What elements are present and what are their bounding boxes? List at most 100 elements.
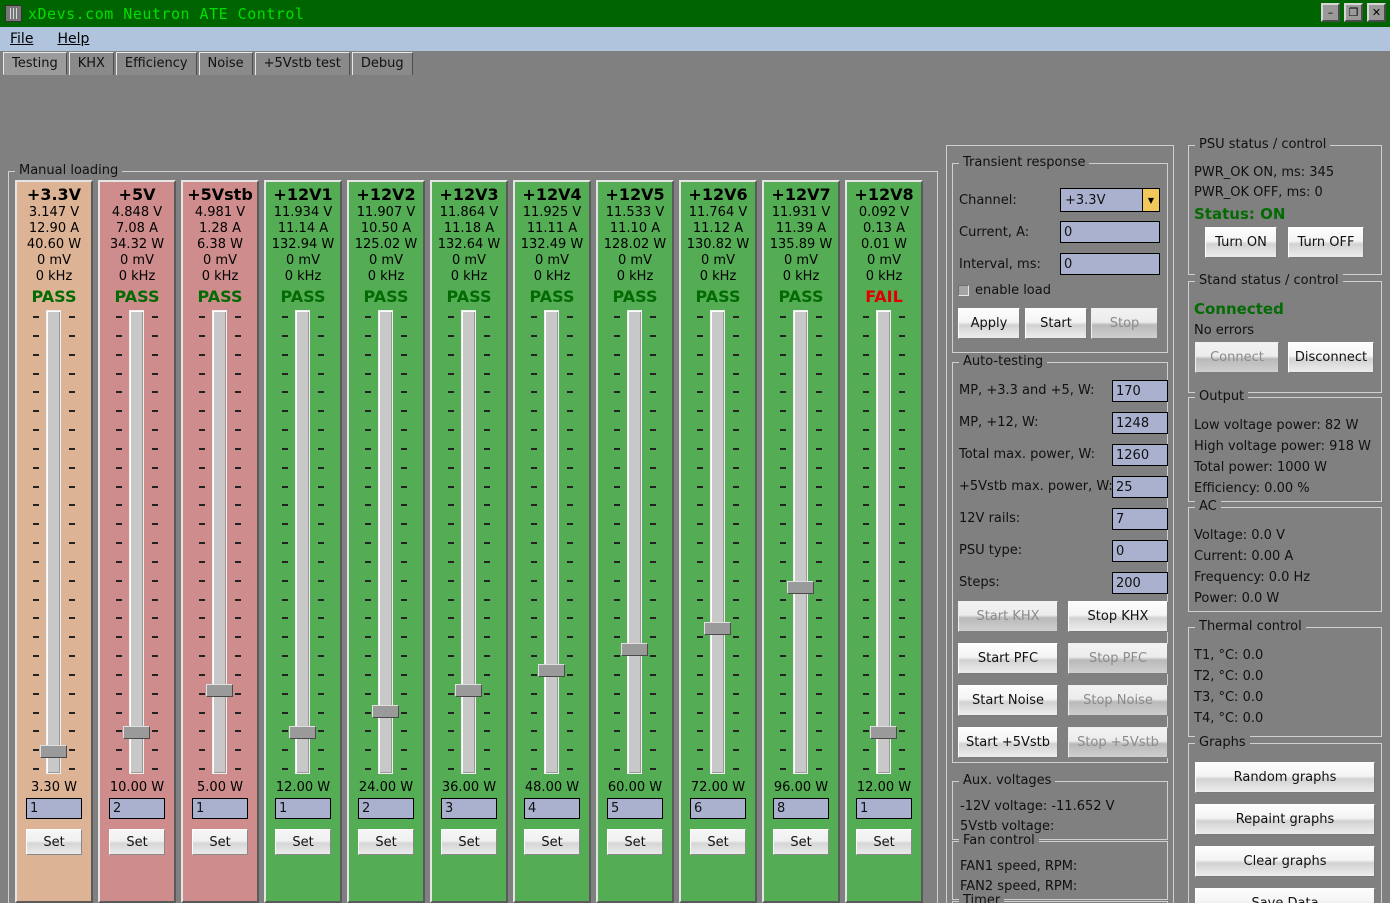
- channel-load-input[interactable]: 2: [358, 798, 414, 819]
- channel-set-button[interactable]: Set: [690, 829, 746, 855]
- turn-off-button[interactable]: Turn OFF: [1288, 227, 1364, 258]
- graph-action-button[interactable]: Save Data: [1195, 888, 1375, 903]
- channel-ripple: 0 mV: [535, 253, 569, 268]
- channel-set-button[interactable]: Set: [856, 829, 912, 855]
- channel-load-input[interactable]: 8: [773, 798, 829, 819]
- auto-testing-action-button[interactable]: Start PFC: [958, 643, 1058, 674]
- channel-load-input[interactable]: 5: [607, 798, 663, 819]
- channel-load-slider[interactable]: [114, 310, 160, 774]
- slider-handle[interactable]: [123, 726, 150, 739]
- output-line: High voltage power: 918 W: [1194, 439, 1371, 454]
- slider-handle[interactable]: [289, 726, 316, 739]
- tab-efficiency[interactable]: Efficiency: [115, 52, 197, 75]
- channel-load-input[interactable]: 1: [275, 798, 331, 819]
- channel-ripple: 0 mV: [37, 253, 71, 268]
- menu-item-help[interactable]: Help: [57, 31, 89, 47]
- auto-testing-row-input[interactable]: 25: [1112, 476, 1168, 498]
- thermal-title: Thermal control: [1195, 619, 1306, 634]
- auto-testing-action-button[interactable]: Stop +5Vstb: [1068, 727, 1168, 758]
- graph-action-button[interactable]: Repaint graphs: [1195, 804, 1375, 835]
- channel-set-button[interactable]: Set: [109, 829, 165, 855]
- auto-testing-action-button[interactable]: Start KHX: [958, 601, 1058, 632]
- minimize-icon[interactable]: –: [1321, 3, 1340, 22]
- channel-set-button[interactable]: Set: [358, 829, 414, 855]
- channel-set-button[interactable]: Set: [773, 829, 829, 855]
- disconnect-button[interactable]: Disconnect: [1288, 342, 1374, 373]
- auto-testing-row-input[interactable]: 7: [1112, 508, 1168, 530]
- auto-testing-row-input[interactable]: 1260: [1112, 444, 1168, 466]
- channel-set-button[interactable]: Set: [524, 829, 580, 855]
- graph-action-button[interactable]: Random graphs: [1195, 762, 1375, 793]
- channel-load-slider[interactable]: [695, 310, 741, 774]
- channel-load-slider[interactable]: [529, 310, 575, 774]
- channel-load-input[interactable]: 4: [524, 798, 580, 819]
- channel-load-slider[interactable]: [446, 310, 492, 774]
- close-icon[interactable]: ✕: [1367, 3, 1386, 22]
- channel-set-button[interactable]: Set: [607, 829, 663, 855]
- graph-action-button[interactable]: Clear graphs: [1195, 846, 1375, 877]
- channel-ripple: 0 mV: [369, 253, 403, 268]
- channel-ripple: 0 mV: [784, 253, 818, 268]
- slider-handle[interactable]: [206, 684, 233, 697]
- channel-load-input[interactable]: 1: [192, 798, 248, 819]
- slider-handle[interactable]: [870, 726, 897, 739]
- auto-testing-action-button[interactable]: Stop KHX: [1068, 601, 1168, 632]
- channel-load-slider[interactable]: [612, 310, 658, 774]
- channel-load-slider[interactable]: [363, 310, 409, 774]
- channel-load-input[interactable]: 1: [26, 798, 82, 819]
- channel-load-input[interactable]: 6: [690, 798, 746, 819]
- slider-handle[interactable]: [787, 581, 814, 594]
- auto-testing-row-input[interactable]: 200: [1112, 572, 1168, 594]
- manual-loading-panel: Manual loading +3.3V 3.147 V 12.90 A 40.60 …: [8, 163, 938, 903]
- transient-current-input[interactable]: 0: [1060, 221, 1160, 243]
- channel-set-button[interactable]: Set: [192, 829, 248, 855]
- start-transient-button[interactable]: Start: [1025, 308, 1087, 339]
- transient-interval-input[interactable]: 0: [1060, 253, 1160, 275]
- channel-load-input[interactable]: 3: [441, 798, 497, 819]
- auto-testing-action-button[interactable]: Stop Noise: [1068, 685, 1168, 716]
- tab-noise[interactable]: Noise: [198, 52, 253, 75]
- channel-load-input[interactable]: 1: [856, 798, 912, 819]
- channel-set-button[interactable]: Set: [441, 829, 497, 855]
- channel-ripple: 0 mV: [701, 253, 735, 268]
- slider-handle[interactable]: [40, 745, 67, 758]
- slider-handle[interactable]: [704, 622, 731, 635]
- tab-debug[interactable]: Debug: [351, 52, 413, 75]
- enable-load-checkbox[interactable]: [958, 285, 969, 296]
- channel-set-button[interactable]: Set: [275, 829, 331, 855]
- auto-testing-row-input[interactable]: 0: [1112, 540, 1168, 562]
- tab-5vstb-test[interactable]: +5Vstb test: [254, 52, 350, 75]
- auto-testing-action-button[interactable]: Start Noise: [958, 685, 1058, 716]
- channel-verdict: PASS: [446, 287, 492, 306]
- tab-khx[interactable]: KHX: [68, 52, 114, 75]
- apply-button[interactable]: Apply: [958, 308, 1020, 339]
- tab-testing[interactable]: Testing: [3, 52, 67, 75]
- pwr-ok-off: PWR_OK OFF, ms: 0: [1194, 185, 1323, 200]
- auto-testing-action-button[interactable]: Stop PFC: [1068, 643, 1168, 674]
- turn-on-button[interactable]: Turn ON: [1205, 227, 1277, 258]
- maximize-icon[interactable]: ❐: [1344, 3, 1363, 22]
- connect-button[interactable]: Connect: [1195, 342, 1279, 373]
- menu-item-file-label: File: [10, 31, 34, 47]
- stand-connected-badge: Connected: [1194, 300, 1284, 318]
- channel-load-slider[interactable]: [778, 310, 824, 774]
- channel-set-button[interactable]: Set: [26, 829, 82, 855]
- channel-load-slider[interactable]: [280, 310, 326, 774]
- menu-item-file[interactable]: File: [10, 31, 33, 47]
- slider-handle[interactable]: [372, 705, 399, 718]
- channel-load-slider[interactable]: [861, 310, 907, 774]
- slider-handle[interactable]: [538, 664, 565, 677]
- channel-load-slider[interactable]: [197, 310, 243, 774]
- stop-transient-button[interactable]: Stop: [1091, 308, 1158, 339]
- auto-testing-row-input[interactable]: 170: [1112, 380, 1168, 402]
- enable-load-checkbox-row[interactable]: enable load: [958, 283, 1051, 298]
- channel-load-slider[interactable]: [31, 310, 77, 774]
- chevron-down-icon[interactable]: ▼: [1142, 189, 1159, 211]
- slider-ticks: [695, 310, 741, 774]
- slider-handle[interactable]: [455, 684, 482, 697]
- channel-load-input[interactable]: 2: [109, 798, 165, 819]
- auto-testing-row-input[interactable]: 1248: [1112, 412, 1168, 434]
- transient-channel-combo[interactable]: +3.3V ▼: [1060, 188, 1160, 212]
- auto-testing-action-button[interactable]: Start +5Vstb: [958, 727, 1058, 758]
- slider-handle[interactable]: [621, 643, 648, 656]
